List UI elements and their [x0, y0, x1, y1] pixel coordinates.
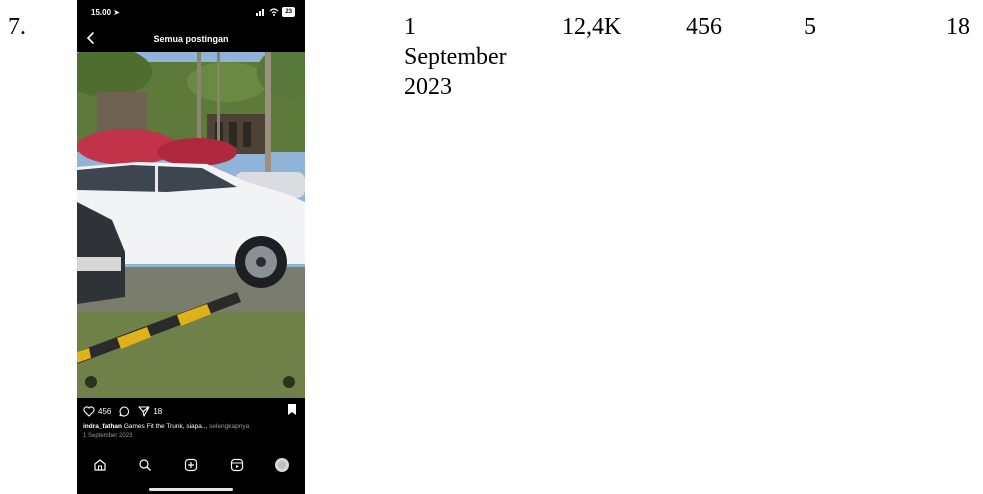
comment-group[interactable] — [119, 405, 130, 417]
signal-icon — [256, 9, 265, 16]
post-actions: 456 18 — [83, 403, 299, 419]
bottom-tab-bar — [77, 450, 305, 480]
date-day: 1 — [404, 14, 416, 40]
post-date: 1 September 2023 — [83, 433, 133, 439]
instagram-post-screenshot: 15.00 ➤ 23 Semua postingan 456 18 indra_… — [77, 0, 305, 494]
caption-more-link[interactable]: selengkapnya — [207, 423, 249, 430]
post-video[interactable] — [77, 52, 305, 398]
shares-count: 18 — [153, 406, 163, 416]
status-icons: 23 — [256, 7, 295, 17]
comment-icon[interactable] — [119, 405, 130, 417]
home-icon — [94, 459, 106, 471]
date-month: September — [404, 44, 507, 70]
home-indicator — [149, 488, 233, 491]
heart-icon[interactable] — [83, 405, 95, 417]
tab-home[interactable] — [90, 455, 110, 475]
tab-create[interactable] — [181, 455, 201, 475]
status-bar: 15.00 ➤ 23 — [77, 0, 305, 26]
nav-bar: Semua postingan — [77, 26, 305, 52]
bookmark-icon[interactable] — [287, 403, 297, 416]
comments-cell: 5 — [804, 14, 816, 40]
video-frame — [77, 52, 305, 398]
post-date-cell: 1 September 2023 — [404, 12, 507, 102]
date-year: 2023 — [404, 74, 452, 100]
tab-search[interactable] — [135, 455, 155, 475]
share-group[interactable]: 18 — [138, 405, 163, 417]
battery-icon: 23 — [282, 7, 295, 17]
tab-reels[interactable] — [227, 455, 247, 475]
reels-icon — [230, 458, 243, 472]
nav-title: Semua postingan — [153, 34, 229, 44]
profile-avatar — [275, 458, 290, 472]
status-time: 15.00 ➤ — [91, 8, 120, 17]
share-icon[interactable] — [138, 405, 150, 417]
tab-profile[interactable] — [272, 455, 292, 475]
likes-cell: 456 — [686, 14, 722, 40]
views-cell: 12,4K — [562, 14, 622, 40]
search-icon — [139, 459, 152, 471]
caption-username[interactable]: indra_fathan — [83, 423, 122, 430]
shares-cell: 18 — [946, 14, 970, 40]
post-caption: indra_fathan Games Fit the Trunk, siapa.… — [83, 423, 301, 430]
like-group[interactable]: 456 — [83, 405, 112, 417]
row-number: 7. — [8, 14, 26, 40]
likes-count: 456 — [98, 406, 112, 416]
wifi-icon — [269, 8, 279, 16]
create-icon — [184, 458, 198, 472]
caption-text: Games Fit the Trunk, siapa... — [122, 423, 208, 430]
